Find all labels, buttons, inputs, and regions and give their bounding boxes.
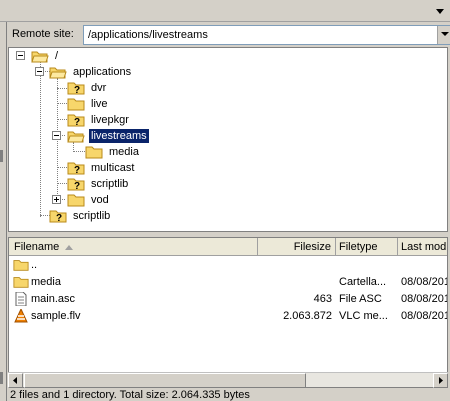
tree-node-livepkgr[interactable]: ? livepkgr: [67, 112, 131, 128]
arrow-left-icon: [13, 377, 17, 384]
folder-icon: [67, 98, 85, 111]
sort-ascending-icon: [65, 244, 74, 250]
tree-node-label: dvr: [91, 82, 107, 94]
tree-node-label: scriptlib: [73, 210, 111, 222]
expand-toggle[interactable]: [52, 195, 61, 204]
file-list-header: Filename Filesize Filetype Last modi: [9, 238, 447, 256]
tree-node-dvr[interactable]: ? dvr: [67, 80, 108, 96]
file-type: VLC me...: [339, 310, 388, 322]
tree-node-applications[interactable]: applications: [49, 64, 133, 80]
column-header-last-modified[interactable]: Last modi: [398, 238, 448, 256]
status-bar: 2 files and 1 directory. Total size: 2.0…: [10, 389, 250, 401]
tree-node-label: multicast: [91, 162, 135, 174]
file-name: media: [31, 276, 61, 288]
column-header-label: Last modi: [401, 241, 448, 253]
tree-node-label: livepkgr: [91, 114, 129, 126]
tree-node-root[interactable]: /: [31, 48, 60, 64]
file-modified: 08/08/201: [401, 276, 448, 288]
folder-icon: [67, 194, 85, 207]
file-name: sample.flv: [31, 310, 81, 322]
tree-node-label: applications: [73, 66, 132, 78]
svg-text:?: ?: [74, 165, 80, 175]
svg-text:?: ?: [56, 213, 62, 223]
tree-node-livestreams[interactable]: livestreams: [67, 128, 150, 144]
remote-site-dropdown-button[interactable]: [437, 26, 450, 44]
column-header-label: Filetype: [339, 241, 378, 253]
folder-open-icon: [67, 131, 85, 143]
text-file-icon: [15, 292, 27, 306]
tree-node-vod[interactable]: vod: [67, 192, 111, 208]
file-type: File ASC: [339, 293, 382, 305]
column-header-filename[interactable]: Filename: [9, 238, 258, 256]
tree-node-label: live: [91, 98, 108, 110]
tree-node-label: /: [55, 50, 59, 62]
tree-node-multicast[interactable]: ? multicast: [67, 160, 136, 176]
file-size: 2.063.872: [283, 310, 332, 322]
scrollbar-thumb[interactable]: [24, 373, 306, 388]
tree-node-scriptlib-root[interactable]: ? scriptlib: [49, 208, 112, 224]
file-row-main-asc[interactable]: main.asc 463 File ASC 08/08/201: [9, 291, 447, 308]
chevron-down-icon[interactable]: [434, 6, 446, 16]
tree-node-label: scriptlib: [91, 178, 129, 190]
remote-site-combobox[interactable]: /applications/livestreams: [83, 25, 450, 45]
arrow-right-icon: [439, 377, 443, 384]
collapse-toggle[interactable]: [35, 67, 44, 76]
column-header-filetype[interactable]: Filetype: [336, 238, 398, 256]
remote-directory-tree[interactable]: / applications ? dvr live ? livepkgr liv…: [8, 47, 448, 232]
column-header-label: Filesize: [293, 241, 331, 253]
left-pane-edge: [0, 22, 7, 401]
file-row-parent[interactable]: ..: [9, 257, 447, 274]
collapse-toggle[interactable]: [52, 131, 61, 140]
column-header-filesize[interactable]: Filesize: [258, 238, 336, 256]
vlc-cone-icon: [14, 309, 28, 323]
toolbar-strip: [0, 0, 450, 22]
tree-node-label: vod: [91, 194, 109, 206]
remote-path-value[interactable]: /applications/livestreams: [88, 29, 208, 41]
horizontal-scrollbar[interactable]: [8, 372, 448, 388]
file-size: 463: [313, 293, 332, 305]
remote-site-bar: Remote site: /applications/livestreams: [8, 24, 450, 47]
svg-text:?: ?: [74, 117, 80, 127]
folder-unknown-icon: ?: [67, 82, 85, 95]
remote-site-label: Remote site:: [12, 28, 74, 40]
chevron-down-icon: [441, 32, 449, 36]
svg-text:?: ?: [74, 85, 80, 95]
folder-unknown-icon: ?: [67, 178, 85, 191]
file-row-media[interactable]: media Cartella... 08/08/201: [9, 274, 447, 291]
tree-node-media[interactable]: media: [85, 144, 141, 160]
file-row-sample-flv[interactable]: sample.flv 2.063.872 VLC me... 08/08/201: [9, 308, 447, 325]
file-name: main.asc: [31, 293, 76, 305]
folder-unknown-icon: ?: [49, 210, 67, 223]
tree-node-label: media: [109, 146, 139, 158]
folder-open-icon: [31, 51, 49, 63]
remote-file-list[interactable]: Filename Filesize Filetype Last modi .. …: [8, 237, 448, 388]
folder-icon: [13, 277, 29, 288]
file-name: ..: [31, 259, 38, 271]
folder-unknown-icon: ?: [67, 162, 85, 175]
column-header-label: Filename: [14, 241, 60, 253]
collapse-toggle[interactable]: [16, 51, 25, 60]
file-type: Cartella...: [339, 276, 387, 288]
file-modified: 08/08/201: [401, 293, 448, 305]
folder-unknown-icon: ?: [67, 114, 85, 127]
tree-node-scriptlib[interactable]: ? scriptlib: [67, 176, 130, 192]
file-modified: 08/08/201: [401, 310, 448, 322]
svg-text:?: ?: [74, 181, 80, 191]
tree-node-live[interactable]: live: [67, 96, 110, 112]
folder-open-icon: [49, 67, 67, 79]
tree-node-label: livestreams: [88, 128, 150, 144]
folder-icon: [85, 146, 103, 159]
folder-icon: [13, 260, 29, 271]
scroll-left-button[interactable]: [8, 373, 23, 388]
scroll-right-button[interactable]: [433, 373, 448, 388]
